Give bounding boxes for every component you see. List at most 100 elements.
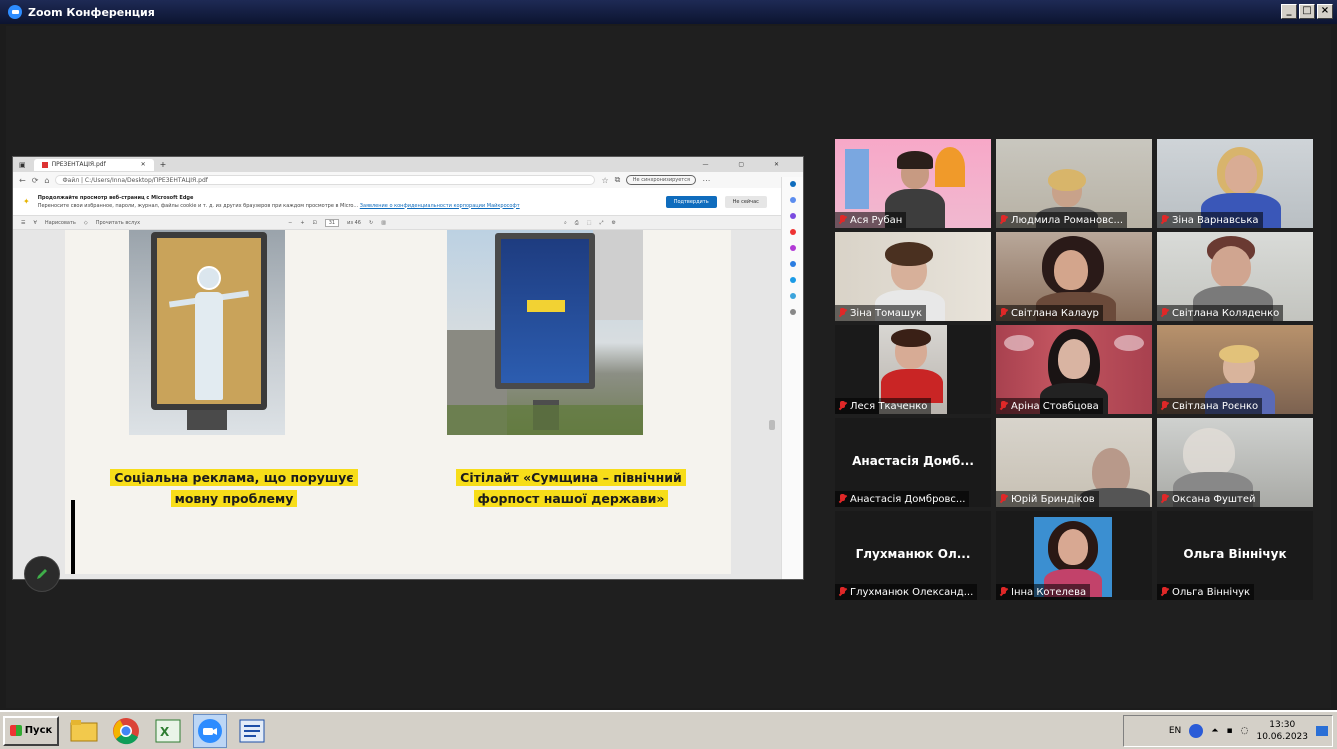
highlight-icon[interactable]: ∀ <box>33 220 36 226</box>
participant-tile[interactable]: Зіна Томашук <box>835 232 991 321</box>
minimize-button[interactable]: _ <box>1281 4 1297 19</box>
settings-icon[interactable]: ⚙ <box>612 220 616 226</box>
window-titlebar[interactable]: Zoom Конференция _ □ × <box>0 0 1337 24</box>
page-number-input[interactable]: 31 <box>324 218 340 227</box>
word-icon[interactable] <box>235 714 269 748</box>
edge-sidebar <box>781 177 803 579</box>
drop-icon[interactable] <box>789 277 796 283</box>
muted-mic-icon <box>1000 308 1007 318</box>
zoom-out-icon[interactable]: − <box>288 220 292 226</box>
zoom-in-icon[interactable]: + <box>300 220 304 226</box>
maximize-button[interactable]: □ <box>1299 4 1315 19</box>
new-tab-icon[interactable]: + <box>160 160 167 169</box>
browser-window-controls[interactable]: — ▢ ✕ <box>702 161 793 168</box>
infobar-text: Продолжайте просмотр веб-страниц с Micro… <box>37 194 520 209</box>
not-now-button[interactable]: Не сейчас <box>724 195 767 208</box>
print-icon[interactable]: ⎙ <box>575 220 579 226</box>
participant-name: Світлана Роєнко <box>1157 398 1263 414</box>
read-aloud-button[interactable]: Прочитать вслух <box>96 220 140 226</box>
privacy-link[interactable]: Заявление о конфиденциальности корпораци… <box>360 203 520 209</box>
clock[interactable]: 13:30 10.06.2023 <box>1256 719 1308 743</box>
participant-name: Юрій Бриндіков <box>996 491 1099 507</box>
annotate-button[interactable] <box>24 556 60 592</box>
system-tray: EN ⏶ ▪ ◌ 13:30 10.06.2023 <box>1123 715 1333 747</box>
outlook-icon[interactable] <box>789 261 796 267</box>
explorer-icon[interactable] <box>67 714 101 748</box>
rotate-icon[interactable]: ↻ <box>369 220 373 226</box>
participant-name: Ольга Віннічук <box>1157 584 1255 600</box>
refresh-icon[interactable]: ⟳ <box>32 176 39 185</box>
participant-tile[interactable]: Світлана Калаур <box>996 232 1152 321</box>
participant-tile[interactable]: Інна Котелева <box>996 511 1152 600</box>
add-icon[interactable] <box>789 309 796 315</box>
search-icon[interactable]: ⌕ <box>564 220 567 226</box>
page-of: из 46 <box>347 219 361 226</box>
participant-tile[interactable]: Людмила Романовс... <box>996 139 1152 228</box>
close-tab-icon[interactable]: ✕ <box>141 161 146 168</box>
profile-sync-button[interactable]: Не синхронизируется <box>626 175 697 185</box>
participant-tile-novideo[interactable]: Ольга Віннічук Ольга Віннічук <box>1157 511 1313 600</box>
back-icon[interactable]: ← <box>19 176 26 185</box>
pdf-toolbar: ☰ ∀ Нарисовать ◇ Прочитать вслух − + ⊡ 3… <box>13 216 803 230</box>
participant-name: Світлана Калаур <box>996 305 1103 321</box>
zoom-icon[interactable] <box>193 713 227 748</box>
confirm-button[interactable]: Подтвердить <box>665 195 717 208</box>
update-icon[interactable]: ◌ <box>1241 726 1249 736</box>
caption-right: Сітілайт «Сумщина – північний форпост на… <box>433 467 709 509</box>
chrome-icon[interactable] <box>109 714 143 748</box>
pen-icon <box>37 569 47 579</box>
start-button[interactable]: Пуск <box>3 715 59 746</box>
games-icon[interactable] <box>789 229 796 235</box>
save-icon[interactable]: ⬚ <box>587 220 592 226</box>
participant-tile[interactable]: Юрій Бриндіков <box>996 418 1152 507</box>
participant-tile[interactable]: Оксана Фуштей <box>1157 418 1313 507</box>
browser-tab[interactable]: ПРЕЗЕНТАЦІЯ.pdf ✕ <box>33 158 154 171</box>
language-indicator[interactable]: EN <box>1169 726 1181 736</box>
copilot-icon[interactable] <box>789 181 796 187</box>
draw-button[interactable]: Нарисовать <box>45 220 76 226</box>
volume-icon[interactable]: ⏶ <box>1211 726 1218 736</box>
show-desktop-icon[interactable] <box>1316 726 1328 736</box>
participant-name: Світлана Коляденко <box>1157 305 1284 321</box>
participant-tile[interactable]: Світлана Роєнко <box>1157 325 1313 414</box>
help-icon[interactable] <box>1189 724 1204 738</box>
scrollbar-thumb[interactable] <box>769 420 775 430</box>
participant-tile[interactable]: Зіна Варнавська <box>1157 139 1313 228</box>
telegram-icon[interactable] <box>789 293 796 299</box>
contents-icon[interactable]: ☰ <box>21 220 25 226</box>
network-icon[interactable]: ▪ <box>1227 726 1233 736</box>
muted-mic-icon <box>839 308 846 318</box>
home-icon[interactable]: ⌂ <box>44 176 49 185</box>
participant-tile[interactable]: Леся Ткаченко <box>835 325 991 414</box>
pdf-slide: Соціальна реклама, що порушує мовну проб… <box>65 230 731 574</box>
tools-icon[interactable] <box>789 213 796 219</box>
participant-display-name: Ольга Віннічук <box>1183 547 1287 561</box>
address-input[interactable]: Файл | C:/Users/Inna/Desktop/ПРЕЗЕНТАЦІЯ… <box>55 175 596 185</box>
participant-tile-novideo[interactable]: Глухманюк Ол... Глухманюк Олександ... <box>835 511 991 600</box>
participant-tile[interactable]: Світлана Коляденко <box>1157 232 1313 321</box>
more-icon[interactable]: ⋯ <box>702 176 710 185</box>
participant-tile-active[interactable]: Аріна Стовбцова <box>996 325 1152 414</box>
participant-tile-novideo[interactable]: Анастасія Домб... Анастасія Домбровс... <box>835 418 991 507</box>
favorites-icon[interactable]: ☆ <box>601 176 608 185</box>
muted-mic-icon <box>1161 215 1168 225</box>
fit-icon[interactable]: ⊡ <box>313 220 317 226</box>
view-icon[interactable]: ▥ <box>381 220 386 226</box>
pdf-icon <box>41 161 48 168</box>
participant-display-name: Глухманюк Ол... <box>855 547 971 561</box>
collections-icon[interactable]: ⧉ <box>615 175 621 185</box>
fullscreen-icon[interactable]: ⤢ <box>600 220 604 226</box>
search-sidebar-icon[interactable] <box>789 197 796 203</box>
muted-mic-icon <box>1161 494 1168 504</box>
eraser-icon[interactable]: ◇ <box>84 220 88 226</box>
tab-actions-icon[interactable]: ▣ <box>19 161 26 169</box>
participant-name: Оксана Фуштей <box>1157 491 1260 507</box>
participant-name: Анастасія Домбровс... <box>835 491 970 507</box>
excel-icon[interactable]: X <box>151 714 185 748</box>
participant-name: Зіна Варнавська <box>1157 212 1263 228</box>
windows-flag-icon <box>9 725 22 736</box>
office-icon[interactable] <box>789 245 796 251</box>
participant-tile[interactable]: Ася Рубан <box>835 139 991 228</box>
photo-citylight <box>447 230 643 435</box>
close-button[interactable]: × <box>1317 4 1333 19</box>
